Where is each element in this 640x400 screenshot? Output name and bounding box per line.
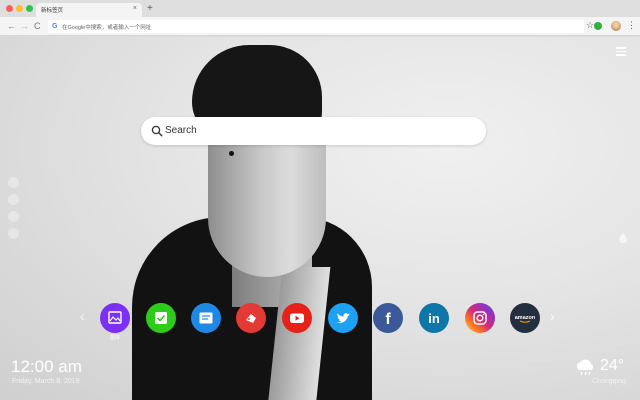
gamepad-icon <box>246 314 256 323</box>
window-close-button[interactable] <box>6 5 13 12</box>
amazon-icon: amazon <box>515 315 536 323</box>
checklist-icon <box>155 312 167 324</box>
linkedin-glyph: in <box>428 311 440 326</box>
shortcut-gallery-label: 图库 <box>109 335 120 341</box>
tab-close-icon[interactable]: × <box>133 5 137 13</box>
facebook-glyph: f <box>385 311 391 328</box>
side-dot-3[interactable] <box>8 211 19 222</box>
weather-city: Chongqing <box>592 378 626 385</box>
menu-icon[interactable] <box>616 47 626 56</box>
extension-icon[interactable] <box>594 22 602 30</box>
window-minimize-button[interactable] <box>16 5 23 12</box>
browser-menu-icon[interactable]: ⋮ <box>627 20 636 30</box>
youtube-icon <box>290 313 304 323</box>
search-bar[interactable]: Search <box>141 117 486 145</box>
notes-icon <box>199 312 213 324</box>
side-dot-2[interactable] <box>8 194 19 205</box>
cloud-rain-icon <box>576 359 594 376</box>
bookmark-star-icon[interactable]: ☆ <box>586 20 594 30</box>
shortcut-twitter[interactable] <box>328 303 358 333</box>
weather-temperature: 24° <box>600 357 625 374</box>
tab-strip: 新标签页 × + <box>0 0 640 17</box>
twitter-icon <box>336 313 350 323</box>
forward-icon[interactable]: → <box>20 21 29 31</box>
gallery-icon <box>108 311 122 324</box>
profile-avatar[interactable] <box>611 21 621 31</box>
address-bar[interactable]: G 在Google中搜索，或者输入一个网址 <box>48 20 584 33</box>
address-bar-placeholder: 在Google中搜索，或者输入一个网址 <box>62 25 152 31</box>
clock-time: 12:00 am <box>11 357 82 376</box>
side-dot-4[interactable] <box>8 228 19 239</box>
shortcut-youtube[interactable] <box>282 303 312 333</box>
google-icon: G <box>52 23 58 30</box>
shortcuts-next-arrow[interactable]: › <box>550 309 555 323</box>
amazon-glyph: amazon <box>515 315 536 321</box>
shortcut-instagram[interactable] <box>465 303 495 333</box>
search-icon <box>151 125 163 137</box>
shortcut-amazon[interactable]: amazon <box>510 303 540 333</box>
facebook-icon: f <box>385 311 391 328</box>
side-dot-1[interactable] <box>8 177 19 188</box>
search-placeholder: Search <box>165 125 197 136</box>
photo-earring <box>229 151 234 156</box>
shortcut-games[interactable] <box>236 303 266 333</box>
reload-icon[interactable]: C <box>34 21 41 31</box>
instagram-icon <box>473 311 487 325</box>
shortcut-notes[interactable] <box>191 303 221 333</box>
tab-new-tab[interactable]: 新标签页 × <box>36 3 142 17</box>
shortcut-facebook[interactable]: f <box>373 303 403 333</box>
new-tab-page: Search ‹ › 图库 f in amazon 12:00 am Frida… <box>0 37 640 400</box>
shortcut-gallery[interactable] <box>100 303 130 333</box>
shortcut-checklist[interactable] <box>146 303 176 333</box>
shortcuts-prev-arrow[interactable]: ‹ <box>80 309 85 323</box>
window-maximize-button[interactable] <box>26 5 33 12</box>
clock-date: Friday, March 8, 2019 <box>12 378 80 385</box>
shortcut-linkedin[interactable]: in <box>419 303 449 333</box>
linkedin-icon: in <box>428 311 440 326</box>
back-icon[interactable]: ← <box>7 21 16 31</box>
tab-title: 新标签页 <box>41 8 64 14</box>
browser-toolbar: ← → C G 在Google中搜索，或者输入一个网址 ☆ ⋮ <box>0 17 640 36</box>
drop-icon[interactable] <box>619 233 627 243</box>
new-tab-button[interactable]: + <box>147 3 153 14</box>
